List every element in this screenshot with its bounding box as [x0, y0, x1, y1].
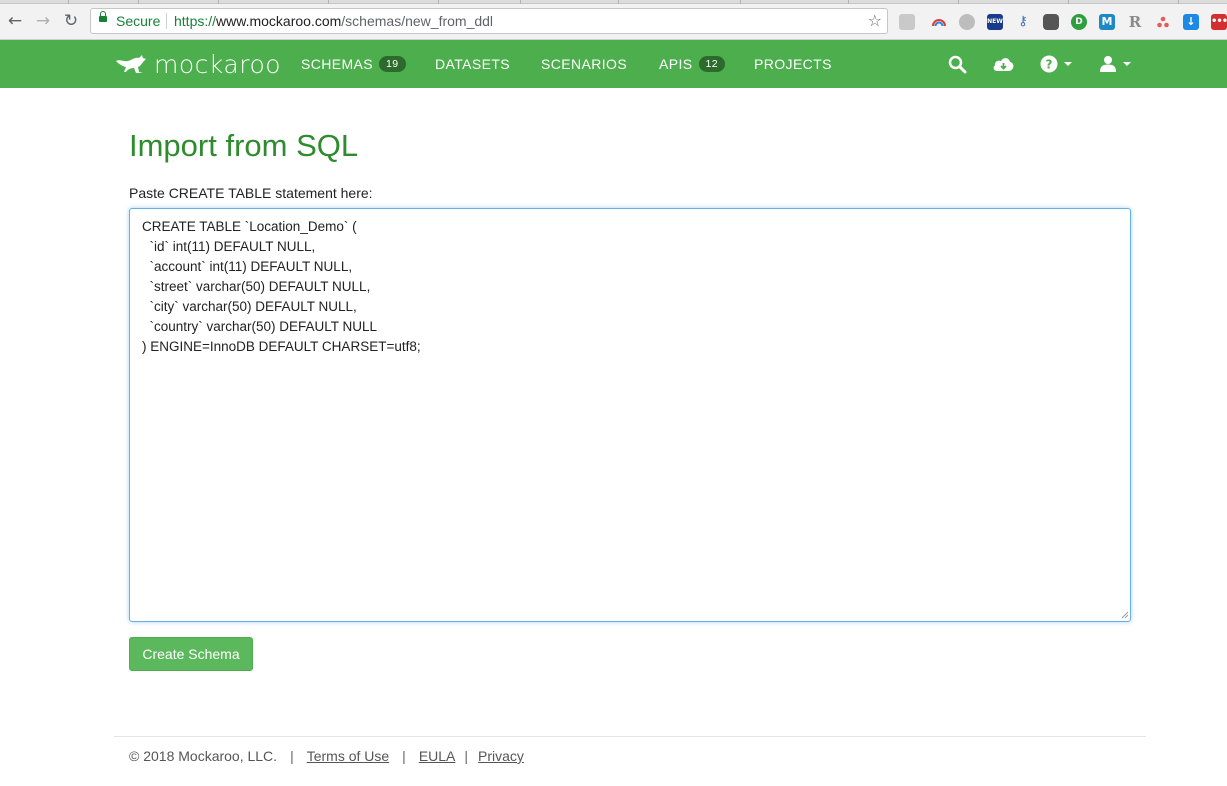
d-circle-icon[interactable]: D: [1071, 14, 1087, 30]
resize-grip-icon[interactable]: [1121, 611, 1129, 619]
nav-apis[interactable]: APIS 12: [659, 40, 725, 88]
rainbow-icon[interactable]: [931, 14, 947, 30]
svg-text:?: ?: [1046, 58, 1053, 72]
footer-separator: |: [290, 748, 294, 764]
browser-toolbar: ← → ↻ Secure https://www.mockaroo.com/sc…: [0, 4, 1227, 40]
brand-logo[interactable]: mockaroo: [114, 49, 282, 79]
nav-datasets[interactable]: DATASETS: [435, 40, 510, 88]
chevron-down-icon: [1064, 62, 1072, 66]
page-title: Import from SQL: [129, 128, 359, 163]
nav-datasets-label: DATASETS: [435, 56, 511, 72]
bookmark-star-icon[interactable]: ☆: [868, 11, 882, 30]
url-scheme: https://: [174, 13, 217, 29]
search-icon[interactable]: [948, 54, 967, 74]
cloud-download-icon[interactable]: [992, 54, 1015, 74]
user-menu[interactable]: [1099, 54, 1131, 74]
evernote-icon[interactable]: [1043, 14, 1059, 30]
footer-separator: |: [464, 748, 469, 764]
terms-of-use-link[interactable]: Terms of Use: [307, 748, 389, 764]
nav-schemas[interactable]: SCHEMAS 19: [301, 40, 406, 88]
help-icon: ?: [1040, 55, 1058, 73]
key-icon[interactable]: ⚷: [1015, 14, 1031, 30]
back-arrow-icon[interactable]: ←: [5, 11, 25, 31]
user-icon: [1100, 56, 1116, 72]
r-letter-icon[interactable]: R: [1127, 14, 1143, 30]
url-separator: [166, 13, 167, 29]
nav-projects[interactable]: PROJECTS: [754, 40, 832, 88]
copyright-text: © 2018 Mockaroo, LLC.: [129, 748, 278, 764]
m-square-icon[interactable]: M: [1099, 14, 1115, 30]
apis-count-badge: 12: [698, 56, 725, 72]
create-schema-button[interactable]: Create Schema: [129, 637, 253, 671]
forward-arrow-icon[interactable]: →: [33, 11, 53, 31]
nav-scenarios-label: SCENARIOS: [541, 56, 628, 72]
schemas-count-badge: 19: [379, 56, 406, 72]
ddl-field-label: Paste CREATE TABLE statement here:: [129, 185, 373, 201]
circle-icon[interactable]: [959, 14, 975, 30]
nav-schemas-label: SCHEMAS: [301, 56, 374, 72]
reload-icon[interactable]: ↻: [61, 11, 81, 31]
kangaroo-icon: [116, 55, 146, 73]
brand-name: mockaroo: [154, 49, 282, 79]
lock-icon: [99, 11, 107, 22]
footer: © 2018 Mockaroo, LLC. | Terms of Use | E…: [129, 748, 524, 764]
privacy-link[interactable]: Privacy: [478, 748, 524, 764]
footer-separator: |: [402, 748, 406, 764]
footer-divider: [114, 736, 1146, 737]
secure-label: Secure: [116, 13, 161, 29]
dots-triangle-icon[interactable]: [1155, 14, 1171, 30]
download-arrow-icon[interactable]: ↓: [1183, 14, 1199, 30]
menu-dots-icon[interactable]: •••: [1211, 14, 1227, 30]
url-text[interactable]: https://www.mockaroo.com/schemas/new_fro…: [174, 13, 493, 29]
nav-projects-label: PROJECTS: [754, 56, 832, 72]
url-host: www.mockaroo.com: [216, 13, 342, 29]
new-badge-icon[interactable]: NEW: [987, 14, 1003, 30]
nav-scenarios[interactable]: SCENARIOS: [541, 40, 627, 88]
eula-link[interactable]: EULA: [419, 748, 456, 764]
app-navbar: mockaroo SCHEMAS 19 DATASETS SCENARIOS A…: [0, 40, 1227, 88]
address-bar[interactable]: Secure https://www.mockaroo.com/schemas/…: [90, 8, 888, 34]
url-path: /schemas/new_from_ddl: [341, 13, 494, 29]
nav-apis-label: APIS: [659, 56, 693, 72]
ddl-input[interactable]: [129, 208, 1131, 622]
help-menu[interactable]: ?: [1040, 54, 1072, 74]
chevron-down-icon: [1123, 62, 1131, 66]
stack-icon[interactable]: [899, 14, 915, 30]
